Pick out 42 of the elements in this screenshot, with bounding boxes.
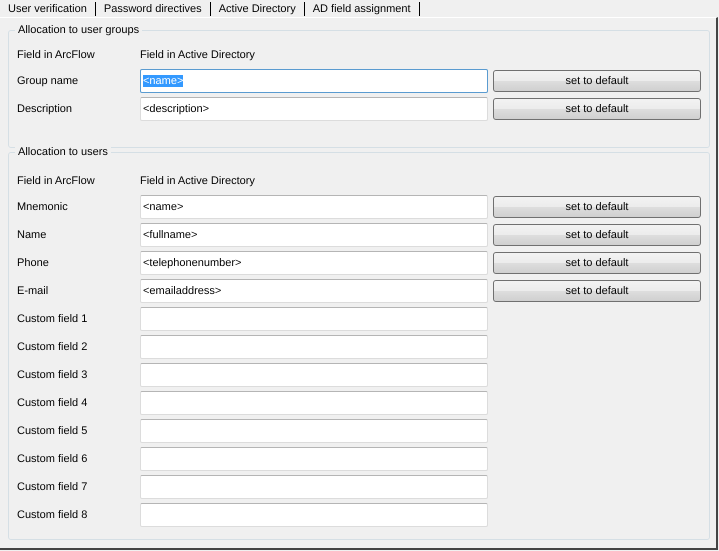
set-default-button[interactable]: set to default <box>493 98 701 120</box>
set-default-button[interactable]: set to default <box>493 280 701 302</box>
tab[interactable]: Password directives <box>96 2 211 16</box>
field-label: Custom field 5 <box>17 425 88 437</box>
tab[interactable]: Active Directory <box>210 2 305 16</box>
input-field[interactable] <box>140 503 488 527</box>
column-heading: Field in Active Directory <box>140 175 255 187</box>
input-field[interactable] <box>140 447 488 471</box>
set-default-button[interactable]: set to default <box>493 224 701 246</box>
input-field[interactable] <box>140 335 488 359</box>
field-label: Name <box>17 229 48 241</box>
field-label: Description <box>17 103 74 115</box>
input-field[interactable] <box>140 391 488 415</box>
set-default-button[interactable]: set to default <box>493 196 701 218</box>
field-label: Phone <box>17 257 50 269</box>
column-heading: Field in ArcFlow <box>17 175 96 187</box>
tab[interactable]: AD field assignment <box>304 2 420 16</box>
input-field[interactable]: <telephonenumber> <box>140 251 488 275</box>
field-label: Custom field 8 <box>17 509 88 521</box>
field-label: Group name <box>17 75 80 87</box>
field-label: Custom field 1 <box>17 313 88 325</box>
field-label: Custom field 2 <box>17 341 88 353</box>
group-title: Allocation to user groups <box>15 24 142 37</box>
input-field[interactable] <box>140 475 488 499</box>
column-heading: Field in Active Directory <box>140 49 255 61</box>
input-field[interactable] <box>140 307 488 331</box>
input-field[interactable]: <name> <box>140 195 488 219</box>
input-field[interactable] <box>140 419 488 443</box>
field-label: Custom field 3 <box>17 369 88 381</box>
set-default-button[interactable]: set to default <box>493 252 701 274</box>
field-label: Mnemonic <box>17 201 69 213</box>
input-field[interactable]: <description> <box>140 97 488 121</box>
tab[interactable]: User verification <box>0 2 96 16</box>
field-label: E-mail <box>17 285 50 297</box>
field-label: Custom field 7 <box>17 481 88 493</box>
input-field[interactable] <box>140 363 488 387</box>
column-heading: Field in ArcFlow <box>17 49 96 61</box>
input-field[interactable]: <emailaddress> <box>140 279 488 303</box>
set-default-button[interactable]: set to default <box>493 70 701 92</box>
field-label: Custom field 6 <box>17 453 88 465</box>
field-label: Custom field 4 <box>17 397 88 409</box>
input-field[interactable]: <fullname> <box>140 223 488 247</box>
